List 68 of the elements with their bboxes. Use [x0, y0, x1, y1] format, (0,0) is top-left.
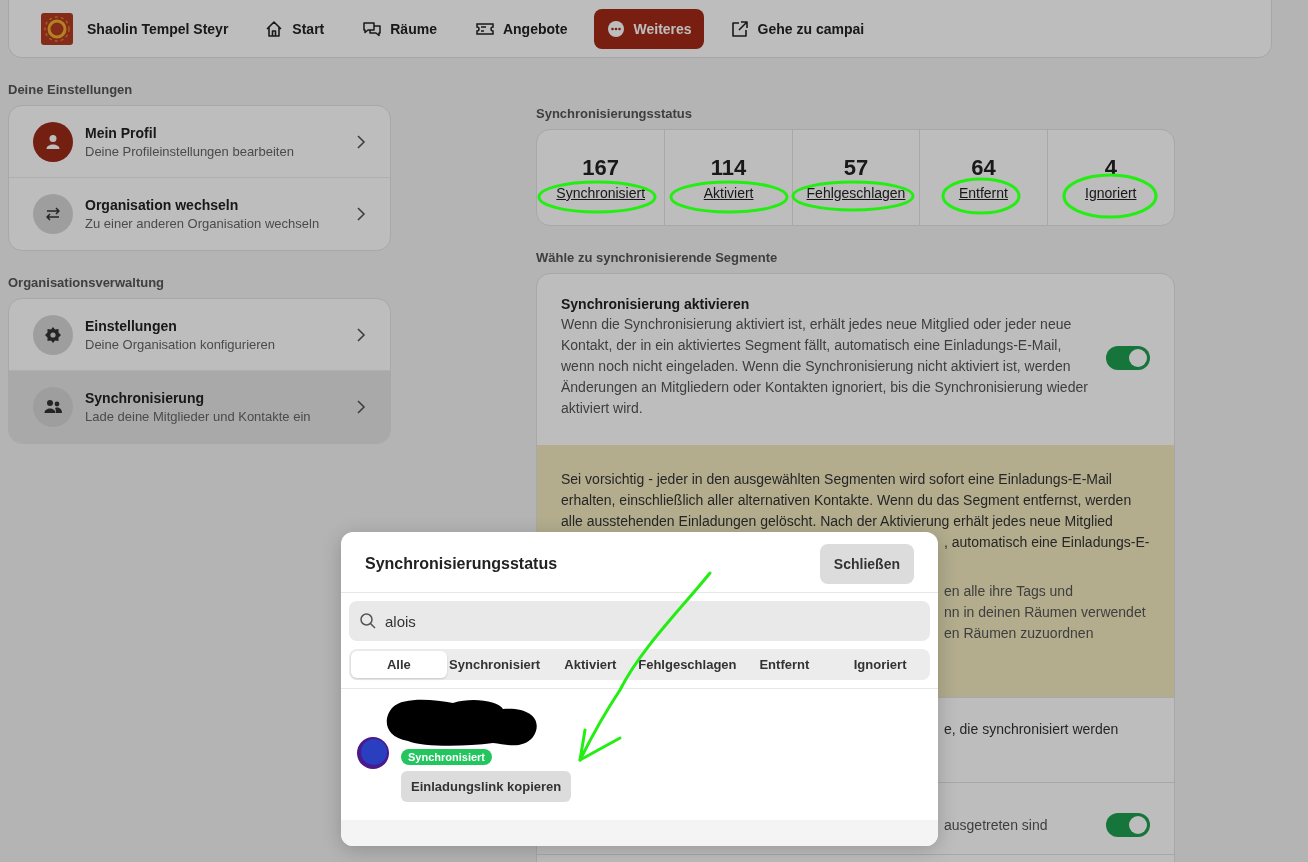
close-button[interactable]: Schließen: [819, 544, 914, 584]
filter-tab[interactable]: Fehlgeschlagen: [638, 651, 737, 678]
stat-count: 4: [1104, 154, 1117, 181]
external-link-icon: [729, 18, 750, 39]
section-label: Synchronisierungsstatus: [536, 106, 694, 121]
settings-item[interactable]: Organisation wechseln Zu einer anderen Organisation wechseln: [9, 178, 390, 250]
warning-text: alle ausstehenden Einladungen gelöscht. Nach der Aktivierung erhält jedes neue Mitglied: [561, 512, 1113, 531]
stat-count: 57: [843, 154, 869, 181]
item-title: Organisation wechseln: [85, 197, 240, 213]
copy-link-button[interactable]: Einladungslink kopieren: [401, 771, 572, 802]
nav-link[interactable]: Räume: [350, 8, 449, 49]
nav-link[interactable]: Gehe zu campai: [717, 8, 877, 49]
people-icon: [33, 387, 73, 427]
filter-tab[interactable]: Alle: [351, 651, 447, 678]
warning-text: Sei vorsichtig - jeder in den ausgewählten Segmenten wird sofort eine Einladungs-E-Mail: [561, 470, 1112, 489]
setting-text: e, die synchronisiert werden: [944, 721, 1119, 737]
chevron-icon: [356, 134, 366, 149]
logo-icon: [41, 12, 73, 45]
note-text: en alle ihre Tags und: [944, 582, 1073, 601]
section-label: Deine Einstellungen: [8, 82, 134, 97]
stat-link[interactable]: Aktiviert: [703, 184, 754, 201]
filter-tab[interactable]: Synchronisiert: [446, 651, 543, 678]
item-subtitle: Deine Profileinstellungen bearbeiten: [85, 143, 295, 159]
item-subtitle: Zu einer anderen Organisation wechseln: [85, 216, 321, 231]
stat-count: 167: [582, 154, 620, 181]
filter-tab[interactable]: Entfernt: [736, 651, 833, 678]
warning-text: erhalten, einschließlich aller alternativen Kontakte. Wenn du das Segment entfernst, werden: [561, 491, 1132, 510]
stat-link[interactable]: Fehlgeschlagen: [806, 184, 906, 201]
setting-title: Synchronisierung aktivieren: [561, 296, 751, 312]
item-subtitle: Lade deine Mitglieder und Kontakte ein: [85, 409, 312, 424]
settings-item[interactable]: Synchronisierung Lade deine Mitglieder und Kontakte ein: [9, 371, 390, 443]
nav-link[interactable]: Angebote: [462, 8, 580, 49]
stat-count: 114: [710, 154, 747, 181]
item-title: Synchronisierung: [85, 390, 206, 406]
item-title: Einstellungen: [85, 317, 178, 334]
stat-link[interactable]: Entfernt: [958, 184, 1008, 201]
swap-icon: [33, 194, 73, 234]
settings-icon: [33, 314, 73, 355]
section-label: Organisationsverwaltung: [8, 275, 166, 290]
section-label: Wähle zu synchronisierende Segmente: [536, 250, 779, 265]
organization-name: Shaolin Tempel Steyr: [87, 20, 229, 37]
setting-text: ausgetreten sind: [944, 816, 1048, 833]
toggle-switch[interactable]: [1106, 812, 1150, 837]
note-text: nn in deinen Räumen verwendet: [944, 603, 1146, 622]
item-title: Mein Profil: [85, 124, 158, 141]
filter-tab[interactable]: Ignoriert: [832, 651, 928, 678]
stat-link[interactable]: Ignoriert: [1085, 184, 1137, 201]
item-subtitle: Deine Organisation konfigurieren: [85, 336, 277, 352]
status-badge: Synchronisiert: [401, 749, 493, 765]
more-icon: [605, 18, 626, 39]
toggle-switch[interactable]: [1106, 345, 1150, 370]
stat-link[interactable]: Synchronisiert: [556, 184, 646, 201]
chevron-icon: [356, 327, 366, 342]
chevron-icon: [356, 400, 366, 414]
nav-link[interactable]: Weiteres: [593, 8, 704, 49]
modal-title: Synchronisierungsstatus: [365, 555, 558, 573]
chevron-icon: [356, 207, 366, 221]
warning-text: , automatisch eine Einladungs-E-: [944, 533, 1150, 552]
note-text: en Räumen zuzuordnen: [944, 624, 1094, 643]
stat-count: 64: [971, 154, 996, 181]
person-icon: [33, 121, 73, 162]
search-field[interactable]: alois: [349, 601, 930, 641]
avatar: [357, 737, 389, 769]
search-icon: [359, 612, 377, 630]
settings-item[interactable]: Mein Profil Deine Profileinstellungen bearbeiten: [9, 106, 390, 178]
filter-tab[interactable]: Aktiviert: [542, 651, 639, 678]
setting-description: Wenn die Synchronisierung aktiviert ist, erhält jedes neue Mitglied oder jeder neue Kontakt, der in ein aktiviertes Segment fällt, automatisch eine Einladungs-E-Mail, wenn noch nicht eingeladen. Wenn die Synchronisierung nicht aktiviert ist, werden Änderungen an Mitgliedern oder Kontakten ignoriert, bis die Synchronisierung wieder aktiviert wird.: [561, 315, 1089, 418]
nav-link[interactable]: Start: [252, 8, 337, 49]
